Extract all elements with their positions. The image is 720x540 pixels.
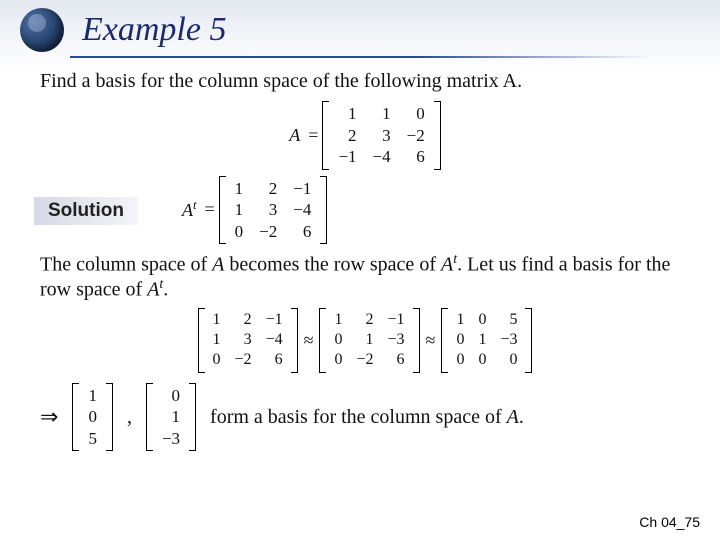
comma: , (127, 406, 132, 429)
matrix-A-label: A (289, 125, 300, 146)
matrix-At-label: At (182, 198, 197, 221)
rr-matrix-2: 12−101−30−26 (319, 308, 419, 373)
matrix-At: 12−113−40−26 (219, 176, 328, 245)
equals-sign: = (308, 125, 318, 146)
slide-footer: Ch 04_75 (639, 514, 700, 530)
slide-body: Find a basis for the column space of the… (0, 52, 720, 451)
rr-matrix-3: 10501−3000 (441, 308, 532, 373)
matrix-A-block: A = 11023−2−1−46 (40, 101, 690, 170)
approx-2: ≈ (426, 330, 436, 351)
basis-v1: 105 (72, 383, 113, 452)
conclusion-row: ⇒ 105 , 01−3 form a basis for the column… (40, 383, 690, 452)
equals-sign-2: = (204, 199, 214, 220)
globe-icon (20, 8, 64, 52)
conclusion-text: form a basis for the column space of A. (210, 406, 524, 429)
approx-1: ≈ (304, 330, 314, 351)
solution-label: Solution (34, 197, 138, 225)
slide-title: Example 5 (82, 11, 226, 49)
rr-matrix-1: 12−113−40−26 (198, 308, 298, 373)
basis-v2: 01−3 (146, 383, 196, 452)
problem-prompt: Find a basis for the column space of the… (40, 70, 690, 93)
solution-row: Solution At = 12−113−40−26 (40, 176, 690, 245)
row-reduction: 12−113−40−26 ≈ 12−101−30−26 ≈ 10501−3000 (40, 308, 690, 373)
therefore-icon: ⇒ (40, 404, 58, 430)
matrix-A: 11023−2−1−46 (322, 101, 440, 170)
explain-text: The column space of A becomes the row sp… (40, 252, 690, 301)
slide-header: Example 5 (0, 0, 720, 52)
